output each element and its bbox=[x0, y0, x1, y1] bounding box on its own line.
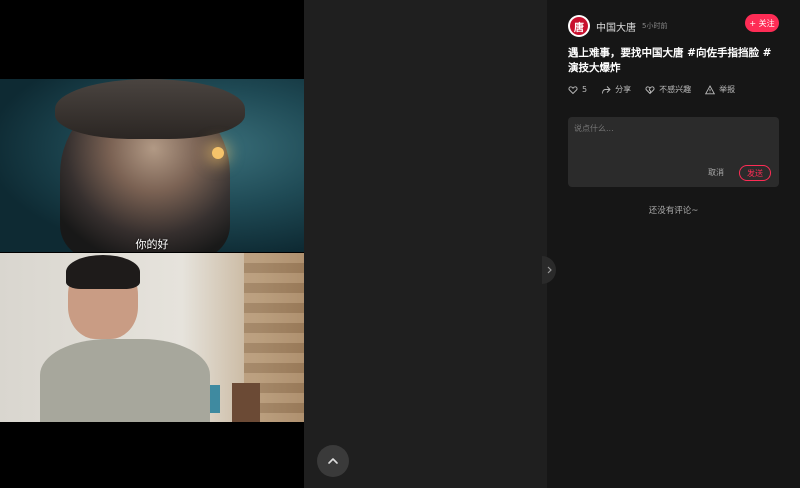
chevron-right-icon bbox=[547, 266, 552, 274]
video-frame-top bbox=[0, 79, 304, 252]
like-button[interactable]: 5 bbox=[568, 85, 587, 95]
report-button[interactable]: 举报 bbox=[705, 84, 735, 95]
share-icon bbox=[602, 85, 611, 94]
author-name[interactable]: 中国大唐 bbox=[596, 19, 636, 34]
send-button[interactable]: 发送 bbox=[739, 165, 771, 181]
post-description: 遇上难事，要找中国大唐 #向佐手指挡脸 #演技大爆炸 bbox=[568, 47, 772, 74]
like-count: 5 bbox=[582, 85, 588, 94]
comment-box: 取消 发送 bbox=[568, 117, 779, 187]
lamp-light bbox=[212, 147, 224, 159]
chevron-up-icon bbox=[328, 458, 338, 464]
video-subtitle: 你的好 bbox=[135, 238, 169, 251]
report-label: 举报 bbox=[719, 85, 736, 94]
not-interested-label: 不感兴趣 bbox=[659, 85, 692, 94]
empty-comments-text: 还没有评论~ bbox=[648, 206, 699, 216]
share-button[interactable]: 分享 bbox=[601, 84, 631, 95]
scroll-up-button[interactable] bbox=[317, 445, 349, 477]
comment-input[interactable] bbox=[574, 123, 774, 163]
brand-logo-icon: 唐 bbox=[570, 17, 588, 35]
man-image bbox=[40, 253, 210, 422]
cancel-button[interactable]: 取消 bbox=[708, 167, 724, 178]
not-interested-button[interactable]: 不感兴趣 bbox=[645, 84, 691, 95]
heart-icon bbox=[568, 85, 578, 94]
post-actions: 5 分享 不感兴趣 举报 bbox=[568, 84, 749, 95]
video-backdrop bbox=[304, 0, 547, 488]
post-time: 5小时前 bbox=[642, 22, 668, 30]
door-image bbox=[232, 383, 260, 422]
follow-button[interactable]: + 关注 bbox=[745, 14, 779, 32]
video-frame-bottom bbox=[0, 253, 304, 422]
video-player[interactable]: 你的好 bbox=[0, 0, 304, 488]
hat-image bbox=[55, 79, 245, 139]
warning-icon bbox=[705, 84, 716, 94]
broken-heart-icon bbox=[645, 85, 655, 94]
share-label: 分享 bbox=[615, 85, 632, 94]
avatar[interactable]: 唐 bbox=[568, 15, 590, 37]
